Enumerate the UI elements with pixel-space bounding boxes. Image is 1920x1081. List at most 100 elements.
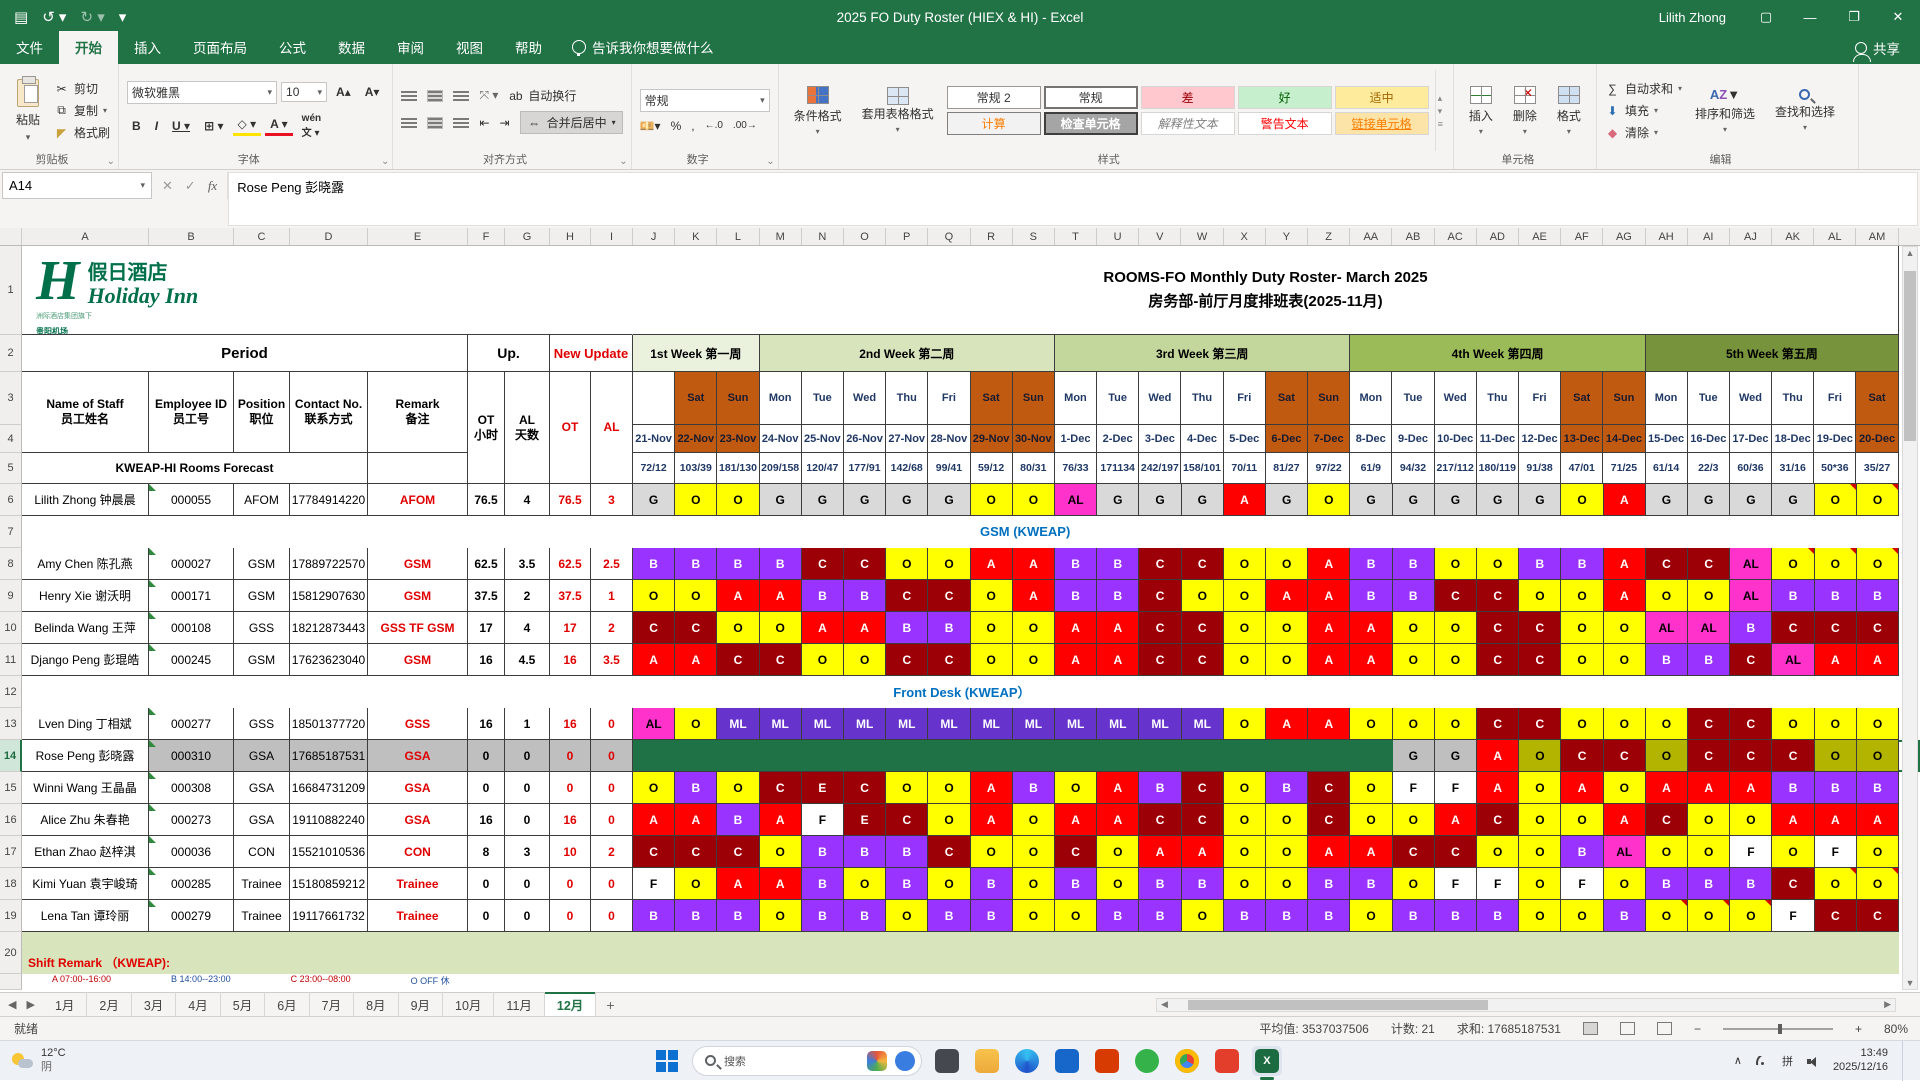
shift-cell[interactable]: A <box>1730 772 1773 804</box>
shift-cell[interactable]: B <box>886 612 929 644</box>
column-header-AL[interactable]: AL <box>1814 228 1857 245</box>
date-cell[interactable]: 21-Nov <box>633 425 676 453</box>
shift-cell[interactable]: A <box>1434 804 1478 836</box>
shift-cell[interactable]: O <box>1223 644 1267 676</box>
forecast-cell[interactable]: 50*36 <box>1814 453 1857 484</box>
column-header-AA[interactable]: AA <box>1350 228 1393 245</box>
menu-tab-文件[interactable]: 文件 <box>0 31 59 64</box>
select-all-corner[interactable] <box>0 228 22 245</box>
shift-cell[interactable]: C <box>1181 548 1224 580</box>
position-cell[interactable]: AFOM <box>234 484 290 516</box>
shift-cell[interactable]: O <box>1223 772 1267 804</box>
shift-cell[interactable]: O <box>1392 868 1435 900</box>
remark-cell[interactable]: GSA <box>368 804 468 836</box>
fill-button[interactable]: ⬇ 填充 ▾ <box>1605 102 1682 119</box>
shift-cell[interactable]: B <box>633 548 676 580</box>
remark-cell[interactable]: GSM <box>368 548 468 580</box>
day-name-cell[interactable]: Thu <box>886 372 929 425</box>
shift-cell[interactable]: O <box>1645 900 1689 932</box>
paste-button[interactable]: 粘贴 ▾ <box>8 70 48 151</box>
date-cell[interactable]: 18-Dec <box>1772 425 1815 453</box>
shift-cell[interactable]: C <box>675 612 718 644</box>
shift-cell[interactable] <box>1012 740 1056 772</box>
menu-tab-公式[interactable]: 公式 <box>263 31 322 64</box>
shift-cell[interactable]: O <box>759 612 802 644</box>
shift-cell[interactable]: O <box>1055 772 1098 804</box>
shift-cell[interactable]: B <box>675 900 718 932</box>
shift-cell[interactable]: A <box>1266 708 1309 740</box>
position-cell[interactable]: CON <box>234 836 290 868</box>
shift-cell[interactable]: ML <box>970 708 1013 740</box>
shift-cell[interactable]: O <box>1012 644 1056 676</box>
day-name-cell[interactable]: Sun <box>717 372 760 425</box>
shift-cell[interactable]: C <box>675 836 718 868</box>
borders-icon[interactable]: ⊞ ▾ <box>199 117 228 135</box>
shift-cell[interactable]: A <box>633 644 676 676</box>
shift-cell[interactable]: C <box>844 772 887 804</box>
shift-cell[interactable]: F <box>1772 900 1815 932</box>
shift-cell[interactable]: ML <box>1055 708 1098 740</box>
mail-icon[interactable] <box>1052 1046 1082 1076</box>
shift-cell[interactable]: G <box>1477 484 1520 516</box>
column-header-AC[interactable]: AC <box>1435 228 1477 245</box>
shift-cell[interactable]: A <box>1055 644 1098 676</box>
shift-cell[interactable]: A <box>1308 644 1351 676</box>
decrease-font-icon[interactable]: A▾ <box>360 83 385 101</box>
row-header-11[interactable]: 11 <box>0 644 22 676</box>
shift-cell[interactable]: C <box>886 580 929 612</box>
shift-cell[interactable]: O <box>1561 484 1604 516</box>
al-update-cell[interactable]: 0 <box>591 900 633 932</box>
shift-cell[interactable]: O <box>1645 740 1689 772</box>
contact-cell[interactable]: 17623623040 <box>290 644 368 676</box>
shift-cell[interactable]: O <box>1688 580 1731 612</box>
column-header-W[interactable]: W <box>1181 228 1224 245</box>
shift-cell[interactable]: O <box>928 772 971 804</box>
column-header-T[interactable]: T <box>1055 228 1098 245</box>
day-name-cell[interactable]: Wed <box>843 372 887 425</box>
staff-name-cell[interactable]: Lena Tan 谭玲丽 <box>22 900 149 932</box>
al-days-cell[interactable]: 4 <box>505 612 550 644</box>
shift-cell[interactable]: A <box>844 612 887 644</box>
column-header-Y[interactable]: Y <box>1266 228 1308 245</box>
column-header-X[interactable]: X <box>1224 228 1266 245</box>
row-header-2[interactable]: 2 <box>0 335 22 372</box>
day-name-cell[interactable]: Sat <box>970 372 1013 425</box>
scroll-right-icon[interactable]: ▶ <box>1880 999 1895 1010</box>
shift-cell[interactable]: B <box>1266 772 1309 804</box>
ot-update-cell[interactable]: 16 <box>550 708 591 740</box>
column-header-A[interactable]: A <box>22 228 149 245</box>
row-header-8[interactable]: 8 <box>0 548 22 580</box>
conditional-format-button[interactable]: 条件格式 ▾ <box>787 70 849 151</box>
shift-cell[interactable]: G <box>844 484 887 516</box>
shift-cell[interactable] <box>844 740 887 772</box>
underline-button[interactable]: U ▾ <box>167 117 195 135</box>
sheet-tab-2月[interactable]: 2月 <box>87 992 132 1017</box>
shift-cell[interactable]: C <box>1308 804 1351 836</box>
page-break-view-icon[interactable] <box>1656 1022 1672 1035</box>
shift-cell[interactable]: O <box>1477 548 1520 580</box>
contact-cell[interactable]: 16684731209 <box>290 772 368 804</box>
staff-name-cell[interactable]: Lilith Zhong 钟晨晨 <box>22 484 149 516</box>
shift-cell[interactable] <box>1350 740 1393 772</box>
ot-hours-cell[interactable]: 0 <box>468 868 505 900</box>
zoom-slider[interactable] <box>1722 1023 1833 1034</box>
sheet-tab-9月[interactable]: 9月 <box>399 992 444 1017</box>
style-neutral[interactable]: 适中 <box>1334 86 1429 109</box>
shift-cell[interactable]: G <box>801 484 845 516</box>
shift-cell[interactable]: A <box>1645 772 1689 804</box>
column-header-Z[interactable]: Z <box>1308 228 1351 245</box>
shift-cell[interactable]: A <box>717 868 760 900</box>
al-update-cell[interactable]: 0 <box>591 740 633 772</box>
shift-cell[interactable]: F <box>1561 868 1604 900</box>
tell-me-box[interactable]: 告诉我你想要做什么 <box>558 31 728 64</box>
increase-decimal-icon[interactable]: ←.0 <box>705 120 723 131</box>
al-days-cell[interactable]: 0 <box>505 804 550 836</box>
day-name-cell[interactable]: Mon <box>1350 372 1393 425</box>
shift-cell[interactable] <box>675 740 718 772</box>
vertical-scroll-thumb[interactable] <box>1904 271 1916 441</box>
shift-cell[interactable]: C <box>759 772 802 804</box>
shift-cell[interactable]: B <box>1856 772 1900 804</box>
forecast-cell[interactable]: 59/12 <box>970 453 1013 484</box>
shift-cell[interactable]: ML <box>1139 708 1182 740</box>
shift-cell[interactable]: G <box>1434 484 1478 516</box>
